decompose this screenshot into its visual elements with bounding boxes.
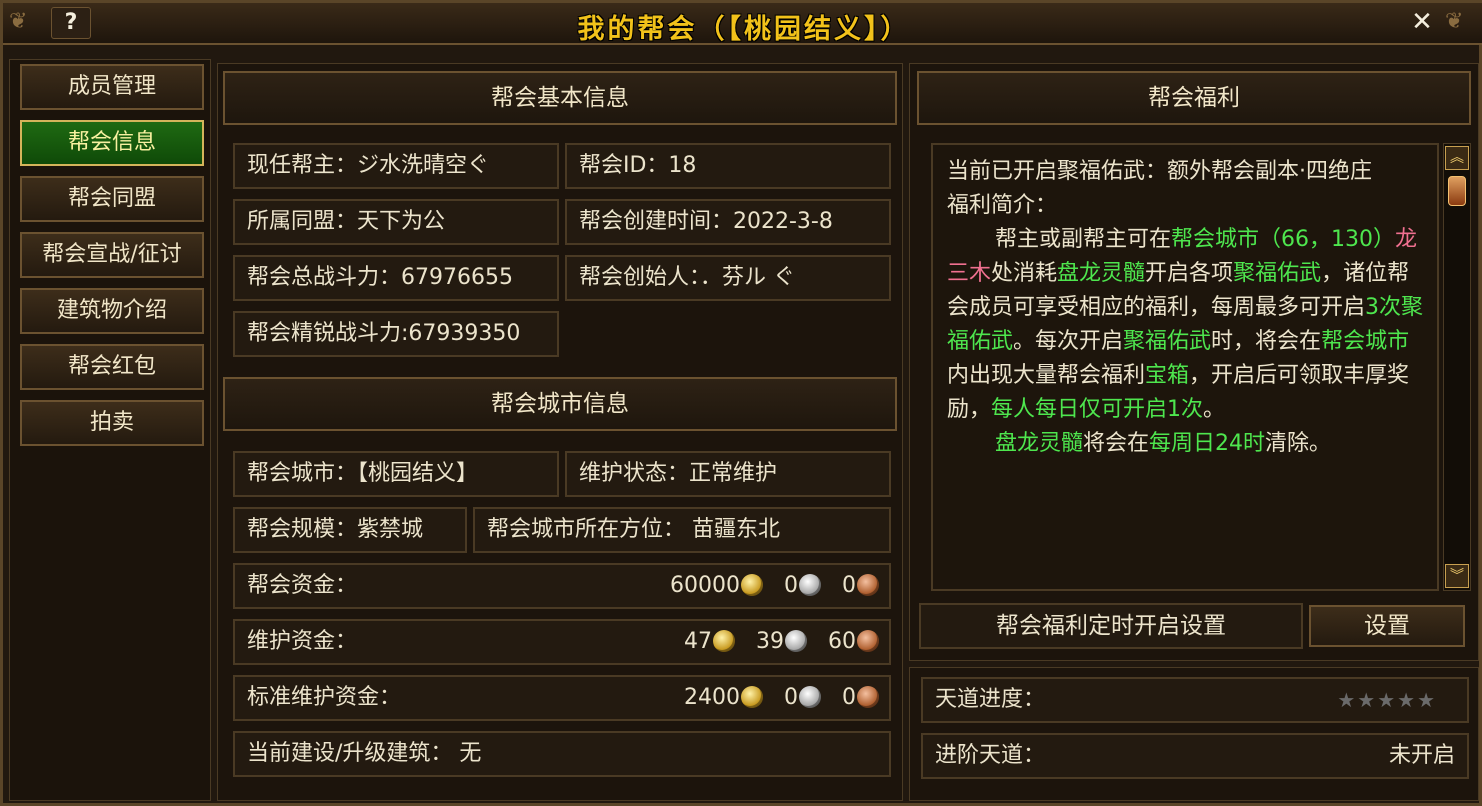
funds-silver: 0 [784, 573, 798, 598]
guild-id-field: 帮会ID：18 [565, 143, 891, 189]
city-info-header: 帮会城市信息 [223, 377, 897, 431]
basic-info-header: 帮会基本信息 [223, 71, 897, 125]
guild-window: ❦ ? 我的帮会（【桃园结义】） ✕ ❦ 成员管理 帮会信息 帮会同盟 帮会宣战… [0, 0, 1482, 806]
silver-coin-icon [799, 686, 821, 708]
nav-members[interactable]: 成员管理 [20, 64, 204, 110]
gold-coin-icon [713, 630, 735, 652]
welfare-intro-label: 福利简介： [947, 193, 1058, 218]
building-row: 当前建设/升级建筑： 无 [233, 731, 891, 777]
tiandao-stars: ★★★★★ [1337, 679, 1437, 721]
welfare-timer-label: 帮会福利定时开启设置 [919, 603, 1303, 649]
maintain-status-field: 维护状态：正常维护 [565, 451, 891, 497]
window-title: 我的帮会（【桃园结义】） [577, 14, 911, 45]
total-power-field: 帮会总战斗力：67976655 [233, 255, 559, 301]
welfare-text: 当前已开启聚福佑武：额外帮会副本·四绝庄 福利简介： 帮主或副帮主可在帮会城市（… [947, 155, 1425, 461]
scroll-up-icon[interactable]: ︽ [1445, 146, 1469, 170]
std-gold: 2400 [684, 685, 740, 710]
nav-war[interactable]: 帮会宣战/征讨 [20, 232, 204, 278]
scroll-down-icon[interactable]: ︾ [1445, 564, 1469, 588]
tiandao-advance-status: 未开启 [1388, 743, 1455, 768]
star-icon: ★ [1377, 688, 1398, 712]
maint-copper: 60 [828, 629, 856, 654]
elite-power-field: 帮会精锐战斗力:67939350 [233, 311, 559, 357]
star-icon: ★ [1397, 688, 1418, 712]
close-button[interactable]: ✕ [1403, 7, 1441, 37]
created-field: 帮会创建时间：2022-3-8 [565, 199, 891, 245]
maint-row: 维护资金： 47 39 60 [233, 619, 891, 665]
silver-coin-icon [785, 630, 807, 652]
nav-alliance[interactable]: 帮会同盟 [20, 176, 204, 222]
std-silver: 0 [784, 685, 798, 710]
nav-guild-info[interactable]: 帮会信息 [20, 120, 204, 166]
leader-field: 现任帮主：ジ水洗晴空ぐ [233, 143, 559, 189]
gold-coin-icon [741, 574, 763, 596]
std-row: 标准维护资金： 2400 0 0 [233, 675, 891, 721]
tiandao-progress-label: 天道进度： [935, 687, 1046, 712]
side-nav: 成员管理 帮会信息 帮会同盟 帮会宣战/征讨 建筑物介绍 帮会红包 拍卖 [9, 59, 211, 801]
city-link[interactable]: 帮会城市（66，130） [1171, 227, 1395, 252]
maint-gold: 47 [684, 629, 712, 654]
maint-label: 维护资金： [247, 629, 358, 654]
star-icon: ★ [1417, 688, 1437, 712]
welfare-current: 当前已开启聚福佑武：额外帮会副本·四绝庄 [947, 159, 1372, 184]
tiandao-advance-row: 进阶天道： 未开启 [921, 733, 1469, 779]
tiandao-progress-row: 天道进度： ★★★★★ [921, 677, 1469, 723]
alliance-field: 所属同盟：天下为公 [233, 199, 559, 245]
funds-copper: 0 [842, 573, 856, 598]
nav-red-packet[interactable]: 帮会红包 [20, 344, 204, 390]
copper-coin-icon [857, 574, 879, 596]
copper-coin-icon [857, 630, 879, 652]
corner-ornament-right: ❦ [1445, 9, 1464, 34]
std-label: 标准维护资金： [247, 685, 402, 710]
scroll-thumb[interactable] [1448, 176, 1466, 206]
nav-buildings[interactable]: 建筑物介绍 [20, 288, 204, 334]
welfare-scrollbar[interactable]: ︽ ︾ [1443, 143, 1471, 591]
std-values: 2400 0 0 [670, 677, 879, 719]
welfare-set-button[interactable]: 设置 [1309, 605, 1465, 647]
location-field: 帮会城市所在方位： 苗疆东北 [473, 507, 891, 553]
founder-field: 帮会创始人：．芬ル ぐ [565, 255, 891, 301]
funds-row: 帮会资金： 60000 0 0 [233, 563, 891, 609]
city-field: 帮会城市：【桃园结义】 [233, 451, 559, 497]
nav-auction[interactable]: 拍卖 [20, 400, 204, 446]
std-copper: 0 [842, 685, 856, 710]
tiandao-advance-label: 进阶天道： [935, 743, 1046, 768]
maint-silver: 39 [756, 629, 784, 654]
title-bar: ❦ ? 我的帮会（【桃园结义】） ✕ ❦ [3, 3, 1482, 45]
funds-label: 帮会资金： [247, 573, 358, 598]
welfare-paragraph-1: 帮主或副帮主可在帮会城市（66，130）龙三木处消耗盘龙灵髓开启各项聚福佑武，诸… [947, 227, 1424, 422]
star-icon: ★ [1337, 688, 1358, 712]
welfare-header: 帮会福利 [917, 71, 1471, 125]
gold-coin-icon [741, 686, 763, 708]
maint-values: 47 39 60 [670, 621, 879, 663]
copper-coin-icon [857, 686, 879, 708]
welfare-paragraph-2: 盘龙灵髓将会在每周日24时清除。 [995, 431, 1332, 456]
welfare-text-box: 当前已开启聚福佑武：额外帮会副本·四绝庄 福利简介： 帮主或副帮主可在帮会城市（… [931, 143, 1439, 591]
star-icon: ★ [1357, 688, 1378, 712]
silver-coin-icon [799, 574, 821, 596]
scale-field: 帮会规模：紫禁城 [233, 507, 467, 553]
funds-values: 60000 0 0 [656, 565, 879, 607]
funds-gold: 60000 [670, 573, 740, 598]
